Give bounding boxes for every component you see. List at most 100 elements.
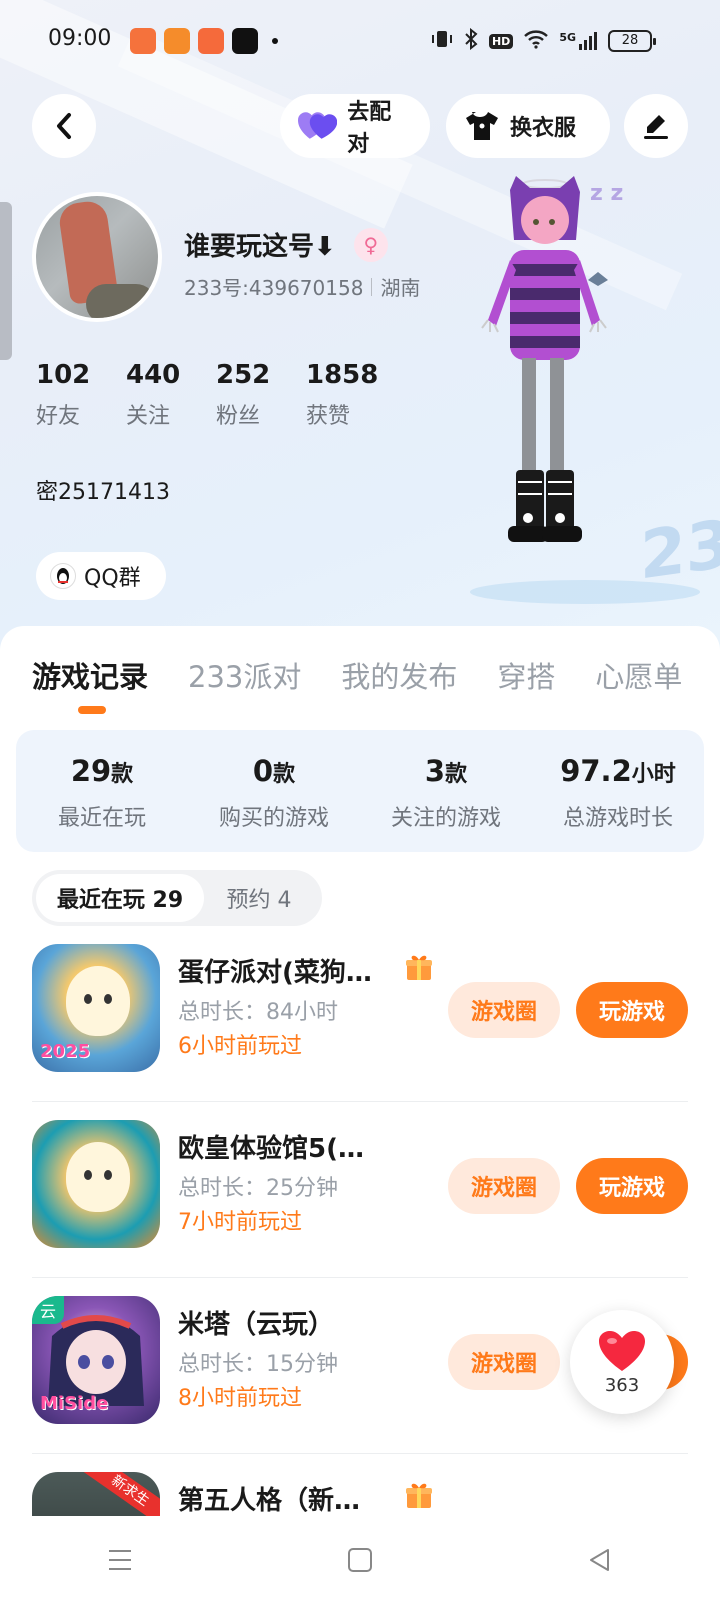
subtab-reserved[interactable]: 预约 4 bbox=[204, 874, 314, 922]
summary-purchased[interactable]: 0款 购买的游戏 bbox=[188, 730, 360, 852]
game-icon[interactable]: 云 MiSide bbox=[32, 1296, 160, 1424]
female-gender-icon: ♀ bbox=[353, 227, 388, 262]
egg-eye bbox=[84, 1170, 92, 1180]
side-drawer-handle[interactable] bbox=[0, 202, 12, 360]
uid-line: 233号:439670158 湖南 bbox=[184, 272, 420, 301]
svg-text:z z: z z bbox=[590, 181, 623, 206]
stat-likes[interactable]: 1858 获赞 bbox=[306, 360, 396, 430]
summary-label: 关注的游戏 bbox=[390, 806, 501, 831]
summary-followed[interactable]: 3款 关注的游戏 bbox=[360, 730, 532, 852]
summary-unit: 小时 bbox=[631, 762, 676, 787]
game-circle-button[interactable]: 游戏圈 bbox=[448, 1334, 560, 1390]
play-game-button[interactable]: 玩游戏 bbox=[576, 1158, 688, 1214]
tab-game-records[interactable]: 游戏记录 bbox=[32, 654, 148, 696]
play-game-button[interactable]: 玩游戏 bbox=[576, 982, 688, 1038]
subtab-recently-played[interactable]: 最近在玩 29 bbox=[36, 874, 204, 922]
tab-my-posts[interactable]: 我的发布 bbox=[341, 654, 457, 696]
game-last-played: 6小时前玩过 bbox=[178, 1034, 302, 1059]
username-row: 谁要玩这号⬇ ♀ bbox=[184, 226, 388, 263]
game-circle-button[interactable]: 游戏圈 bbox=[448, 1158, 560, 1214]
menu-nav-button[interactable] bbox=[90, 1530, 150, 1590]
battery-indicator: 28 bbox=[608, 30, 656, 52]
purple-hearts-icon bbox=[298, 112, 338, 139]
stat-following[interactable]: 440 关注 bbox=[126, 360, 216, 430]
gift-icon[interactable] bbox=[404, 1480, 434, 1510]
new-survivor-ribbon: 新求生 bbox=[82, 1472, 160, 1516]
3d-avatar-character[interactable]: z z bbox=[470, 170, 710, 600]
summary-label: 购买的游戏 bbox=[218, 806, 329, 831]
status-time: 09:00 bbox=[48, 26, 112, 51]
tab-233-party[interactable]: 233派对 bbox=[188, 654, 301, 696]
stat-label: 好友 bbox=[36, 404, 81, 429]
stat-friends[interactable]: 102 好友 bbox=[36, 360, 126, 430]
user-avatar[interactable] bbox=[32, 192, 162, 322]
egg-character bbox=[66, 1142, 130, 1212]
game-row[interactable]: 2025 蛋仔派对(菜狗… 总时长：84小时 6小时前玩过 游戏圈 玩游戏 bbox=[32, 926, 688, 1102]
egg-eye bbox=[84, 994, 92, 1004]
tab-wishlist[interactable]: 心愿单 bbox=[595, 654, 682, 696]
summary-label: 总游戏时长 bbox=[562, 806, 673, 831]
game-last-played: 7小时前玩过 bbox=[178, 1210, 302, 1235]
game-circle-button[interactable]: 游戏圈 bbox=[448, 982, 560, 1038]
chevron-left-icon bbox=[57, 113, 71, 139]
game-icon-text: 2025 bbox=[40, 1041, 91, 1062]
bluetooth-icon bbox=[463, 27, 479, 54]
stat-value: 252 bbox=[216, 360, 271, 390]
back-nav-button[interactable] bbox=[570, 1530, 630, 1590]
like-count: 363 bbox=[604, 1374, 640, 1396]
stat-value: 440 bbox=[126, 360, 181, 390]
qq-group-button[interactable]: QQ群 bbox=[36, 552, 166, 600]
summary-value: 97.2 bbox=[560, 754, 632, 788]
game-icon[interactable]: 新求生 bbox=[32, 1472, 160, 1516]
pair-label: 去配对 bbox=[347, 100, 392, 157]
heart-icon bbox=[599, 1330, 645, 1371]
floating-like-button[interactable]: 363 bbox=[570, 1310, 674, 1414]
app-notification-icon bbox=[198, 28, 224, 54]
square-icon bbox=[348, 1548, 372, 1572]
game-summary-card: 29款 最近在玩 0款 购买的游戏 3款 关注的游戏 97.2小时 总游戏时长 bbox=[16, 730, 704, 852]
cellular-signal-icon: 5G bbox=[559, 31, 598, 51]
game-name: 第五人格（新… bbox=[178, 1486, 361, 1516]
hd-icon: HD bbox=[488, 33, 514, 49]
tiktok-notification-icon bbox=[232, 28, 258, 54]
summary-total-time[interactable]: 97.2小时 总游戏时长 bbox=[532, 730, 704, 852]
outfit-label: 换衣服 bbox=[510, 116, 577, 141]
notification-icons bbox=[130, 28, 278, 54]
game-subtabs: 最近在玩 29 预约 4 bbox=[32, 870, 322, 926]
pair-button[interactable]: 去配对 bbox=[280, 94, 430, 158]
home-nav-button[interactable] bbox=[330, 1530, 390, 1590]
summary-recent[interactable]: 29款 最近在玩 bbox=[16, 730, 188, 852]
game-row[interactable]: 欧皇体验馆5(蛋仔派… 总时长：25分钟 7小时前玩过 游戏圈 玩游戏 bbox=[32, 1102, 688, 1278]
summary-unit: 款 bbox=[111, 762, 134, 787]
status-bar: 09:00 HD 5G 28 bbox=[0, 0, 720, 80]
summary-unit: 款 bbox=[445, 762, 468, 787]
game-icon[interactable] bbox=[32, 1120, 160, 1248]
change-outfit-button[interactable]: 换衣服 bbox=[446, 94, 610, 158]
tshirt-icon bbox=[466, 112, 498, 140]
user-id: 233号:439670158 bbox=[184, 276, 364, 300]
stat-followers[interactable]: 252 粉丝 bbox=[216, 360, 306, 430]
summary-label: 最近在玩 bbox=[57, 806, 146, 831]
divider bbox=[371, 277, 373, 296]
back-button[interactable] bbox=[32, 94, 96, 158]
qq-group-label: QQ群 bbox=[84, 566, 141, 591]
game-icon[interactable]: 2025 bbox=[32, 944, 160, 1072]
game-duration: 总时长：84小时 bbox=[178, 1000, 338, 1025]
more-notifications-dot bbox=[272, 38, 278, 44]
tab-outfits[interactable]: 穿搭 bbox=[497, 654, 555, 696]
egg-eye bbox=[104, 1170, 112, 1180]
edit-profile-button[interactable] bbox=[624, 94, 688, 158]
profile-tabs: 游戏记录 233派对 我的发布 穿搭 心愿单 bbox=[32, 654, 682, 696]
menu-lines-icon bbox=[109, 1550, 131, 1570]
game-duration: 总时长：15分钟 bbox=[178, 1352, 338, 1377]
network-type: 5G bbox=[559, 31, 576, 44]
game-row[interactable]: 新求生 第五人格（新… bbox=[32, 1454, 688, 1516]
game-name: 蛋仔派对(菜狗… bbox=[178, 958, 372, 988]
qq-penguin-icon bbox=[50, 563, 76, 589]
gift-icon[interactable] bbox=[404, 952, 434, 982]
game-last-played: 8小时前玩过 bbox=[178, 1386, 302, 1411]
wifi-icon bbox=[523, 29, 549, 53]
stat-value: 102 bbox=[36, 360, 91, 390]
egg-eye bbox=[104, 994, 112, 1004]
system-navigation-bar bbox=[0, 1516, 720, 1604]
